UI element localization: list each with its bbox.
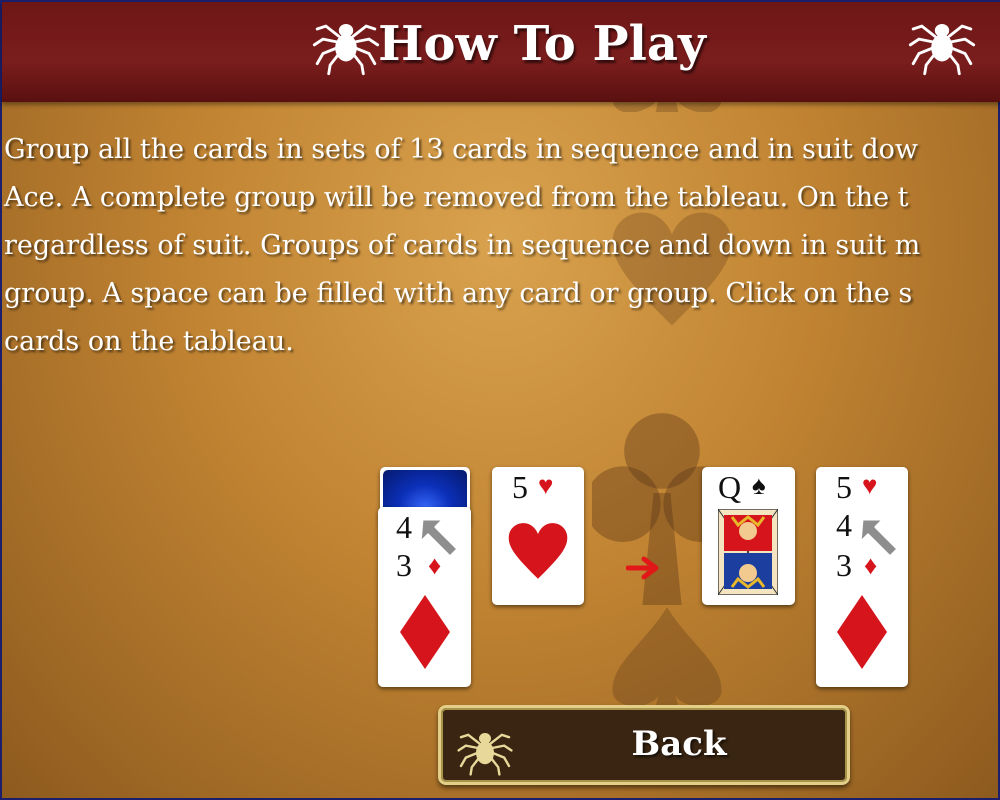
- demo-card-queen-spades: Q ♠: [702, 467, 795, 605]
- move-arrow-icon: [625, 555, 662, 585]
- instructions-line: cards on the tableau.: [4, 326, 294, 357]
- card-rank: 5: [512, 469, 528, 505]
- demo-card-five-hearts: 5 ♥: [492, 467, 584, 605]
- instructions-line: Group all the cards in sets of 13 cards …: [4, 134, 919, 165]
- instructions-line: Ace. A complete group will be removed fr…: [4, 182, 909, 213]
- instructions-line: group. A space can be filled with any ca…: [4, 278, 913, 309]
- heart-icon: ♥: [538, 471, 554, 500]
- card-rank: Q: [718, 469, 742, 505]
- card-rank: 4: [396, 509, 412, 545]
- heart-icon: [508, 523, 568, 579]
- demo-card-stack-left: 4 3 ♦: [378, 507, 471, 687]
- diamond-icon: [837, 595, 887, 669]
- back-button-label: Back: [631, 724, 727, 764]
- back-button[interactable]: Back: [438, 705, 850, 785]
- spade-icon: ♠: [752, 471, 766, 500]
- heart-icon: ♥: [862, 471, 878, 500]
- page-title: How To Play: [378, 16, 706, 72]
- card-rank: 4: [836, 507, 852, 543]
- demo-card-stack-result: 5 ♥ 4 3 ♦: [816, 467, 908, 687]
- diamond-icon: [400, 595, 450, 669]
- spider-icon: [906, 6, 978, 78]
- card-rank: 5: [836, 469, 852, 505]
- instructions-text: Group all the cards in sets of 13 cards …: [4, 126, 1000, 366]
- instructions-line: regardless of suit. Groups of cards in s…: [4, 230, 921, 261]
- card-rank: 3: [836, 547, 852, 583]
- queen-portrait: [718, 509, 778, 595]
- card-rank: 3: [396, 547, 412, 583]
- spade-watermark-icon: [592, 607, 742, 707]
- cursor-arrow-icon: [416, 515, 462, 561]
- header-bar: How To Play: [2, 2, 1000, 102]
- cursor-arrow-icon: [856, 515, 902, 561]
